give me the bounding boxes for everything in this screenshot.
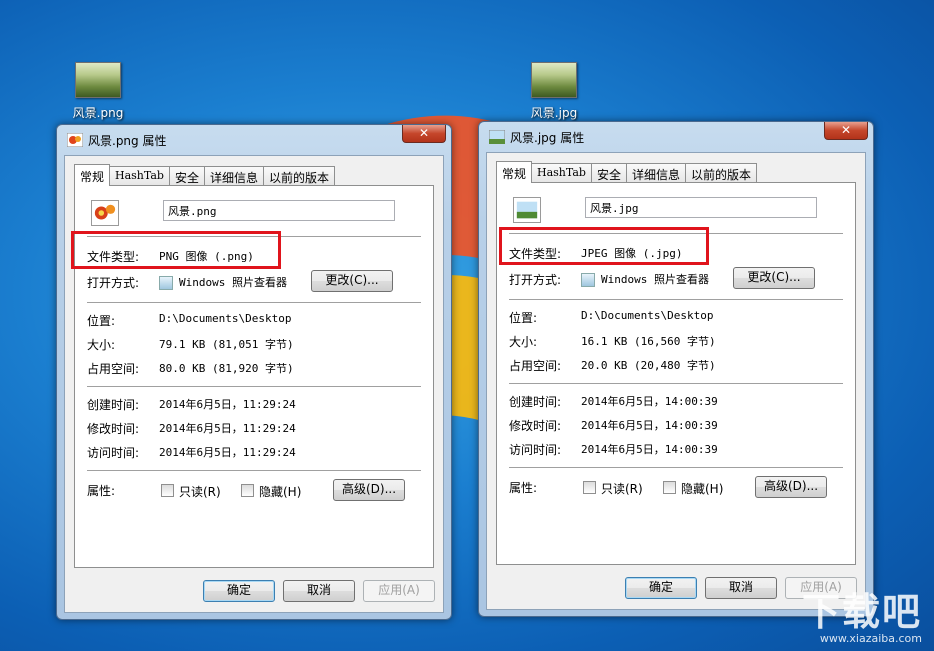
- size-on-disk-value: 20.0 KB (20,480 字节): [581, 359, 716, 372]
- desktop-icon-png[interactable]: 风景.png: [58, 62, 138, 121]
- tab-previous-versions[interactable]: 以前的版本: [685, 163, 758, 182]
- photo-viewer-icon: [159, 276, 173, 290]
- attributes-label: 属性:: [87, 484, 116, 498]
- open-with-app: Windows 照片查看器: [179, 276, 287, 289]
- change-button[interactable]: 更改(C)...: [311, 270, 393, 292]
- modified-value: 2014年6月5日，11:29:24: [159, 422, 296, 435]
- jpg-properties-dialog: 风景.jpg 属性 ✕ 常规 HashTab 安全 详细信息 以前的版本 风景.…: [478, 121, 874, 617]
- open-with-label: 打开方式:: [509, 273, 562, 287]
- size-on-disk-value: 80.0 KB (81,920 字节): [159, 362, 294, 375]
- location-value: D:\Documents\Desktop: [581, 309, 714, 322]
- image-thumbnail-icon: [531, 62, 577, 98]
- desktop-icon-label: 风景.jpg: [530, 106, 578, 120]
- location-value: D:\Documents\Desktop: [159, 312, 292, 325]
- tab-security[interactable]: 安全: [168, 166, 205, 185]
- created-value: 2014年6月5日，14:00:39: [581, 395, 718, 408]
- divider: [87, 470, 421, 471]
- divider: [87, 386, 421, 387]
- watermark-logo-text: 下载吧: [801, 590, 922, 634]
- created-label: 创建时间:: [87, 398, 140, 412]
- png-properties-dialog: 风景.png 属性 ✕ 常规 HashTab 安全 详细信息 以前的版本 风景.…: [56, 124, 452, 620]
- readonly-checkbox[interactable]: [161, 484, 174, 497]
- title-bar[interactable]: 风景.png 属性 ✕: [64, 125, 446, 155]
- tab-security[interactable]: 安全: [590, 163, 627, 182]
- size-value: 16.1 KB (16,560 字节): [581, 335, 716, 348]
- hidden-label: 隐藏(H): [681, 482, 724, 496]
- desktop-icon-jpg[interactable]: 风景.jpg: [514, 62, 594, 121]
- photo-viewer-icon: [581, 273, 595, 287]
- tab-details[interactable]: 详细信息: [626, 163, 687, 182]
- ok-button[interactable]: 确定: [625, 577, 697, 599]
- divider: [509, 467, 843, 468]
- watermark-url: www.xiazaiba.com: [819, 632, 922, 645]
- advanced-button[interactable]: 高级(D)...: [755, 476, 827, 498]
- flower-image-icon: [67, 133, 83, 147]
- filename-field[interactable]: 风景.jpg: [585, 197, 817, 218]
- tab-hashtab[interactable]: HashTab: [531, 163, 592, 182]
- readonly-label: 只读(R): [179, 485, 221, 499]
- file-type-highlight-box: [71, 231, 281, 269]
- modified-value: 2014年6月5日，14:00:39: [581, 419, 718, 432]
- size-on-disk-label: 占用空间:: [87, 362, 140, 376]
- window-title: 风景.jpg 属性: [510, 131, 585, 145]
- close-button[interactable]: ✕: [402, 125, 446, 143]
- tab-previous-versions[interactable]: 以前的版本: [263, 166, 336, 185]
- tab-details[interactable]: 详细信息: [204, 166, 265, 185]
- tab-general[interactable]: 常规: [74, 164, 111, 186]
- tab-hashtab[interactable]: HashTab: [109, 166, 170, 185]
- created-label: 创建时间:: [509, 395, 562, 409]
- divider: [509, 383, 843, 384]
- landscape-image-icon: [513, 197, 541, 223]
- image-thumbnail-icon: [75, 62, 121, 98]
- title-bar[interactable]: 风景.jpg 属性 ✕: [486, 122, 868, 152]
- size-value: 79.1 KB (81,051 字节): [159, 338, 294, 351]
- divider: [509, 299, 843, 300]
- dialog-body: 常规 HashTab 安全 详细信息 以前的版本 风景.png 文件类型: PN…: [64, 155, 444, 613]
- tab-general[interactable]: 常规: [496, 161, 533, 183]
- landscape-image-icon: [489, 130, 505, 144]
- attributes-label: 属性:: [509, 481, 538, 495]
- readonly-checkbox[interactable]: [583, 481, 596, 494]
- close-button[interactable]: ✕: [824, 122, 868, 140]
- advanced-button[interactable]: 高级(D)...: [333, 479, 405, 501]
- ok-button[interactable]: 确定: [203, 580, 275, 602]
- desktop-icon-label: 风景.png: [72, 106, 124, 120]
- change-button[interactable]: 更改(C)...: [733, 267, 815, 289]
- filename-field[interactable]: 风景.png: [163, 200, 395, 221]
- cancel-button[interactable]: 取消: [705, 577, 777, 599]
- file-type-highlight-box: [499, 227, 709, 265]
- size-label: 大小:: [509, 335, 538, 349]
- size-label: 大小:: [87, 338, 116, 352]
- flower-image-icon: [91, 200, 119, 226]
- created-value: 2014年6月5日，11:29:24: [159, 398, 296, 411]
- accessed-value: 2014年6月5日，14:00:39: [581, 443, 718, 456]
- hidden-checkbox[interactable]: [663, 481, 676, 494]
- accessed-label: 访问时间:: [87, 446, 140, 460]
- open-with-value: Windows 照片查看器: [159, 274, 287, 290]
- modified-label: 修改时间:: [87, 422, 140, 436]
- cancel-button[interactable]: 取消: [283, 580, 355, 602]
- window-title: 风景.png 属性: [88, 134, 167, 148]
- hidden-checkbox[interactable]: [241, 484, 254, 497]
- tab-strip: 常规 HashTab 安全 详细信息 以前的版本: [74, 164, 434, 186]
- dialog-body: 常规 HashTab 安全 详细信息 以前的版本 风景.jpg 文件类型: JP…: [486, 152, 866, 610]
- modified-label: 修改时间:: [509, 419, 562, 433]
- open-with-value: Windows 照片查看器: [581, 271, 709, 287]
- tab-strip: 常规 HashTab 安全 详细信息 以前的版本: [496, 161, 856, 183]
- open-with-app: Windows 照片查看器: [601, 273, 709, 286]
- watermark: 下载吧 www.xiazaiba.com: [802, 592, 922, 645]
- readonly-label: 只读(R): [601, 482, 643, 496]
- divider: [87, 302, 421, 303]
- hidden-label: 隐藏(H): [259, 485, 302, 499]
- location-label: 位置:: [509, 311, 538, 325]
- size-on-disk-label: 占用空间:: [509, 359, 562, 373]
- open-with-label: 打开方式:: [87, 276, 140, 290]
- accessed-label: 访问时间:: [509, 443, 562, 457]
- apply-button[interactable]: 应用(A): [363, 580, 435, 602]
- accessed-value: 2014年6月5日，11:29:24: [159, 446, 296, 459]
- location-label: 位置:: [87, 314, 116, 328]
